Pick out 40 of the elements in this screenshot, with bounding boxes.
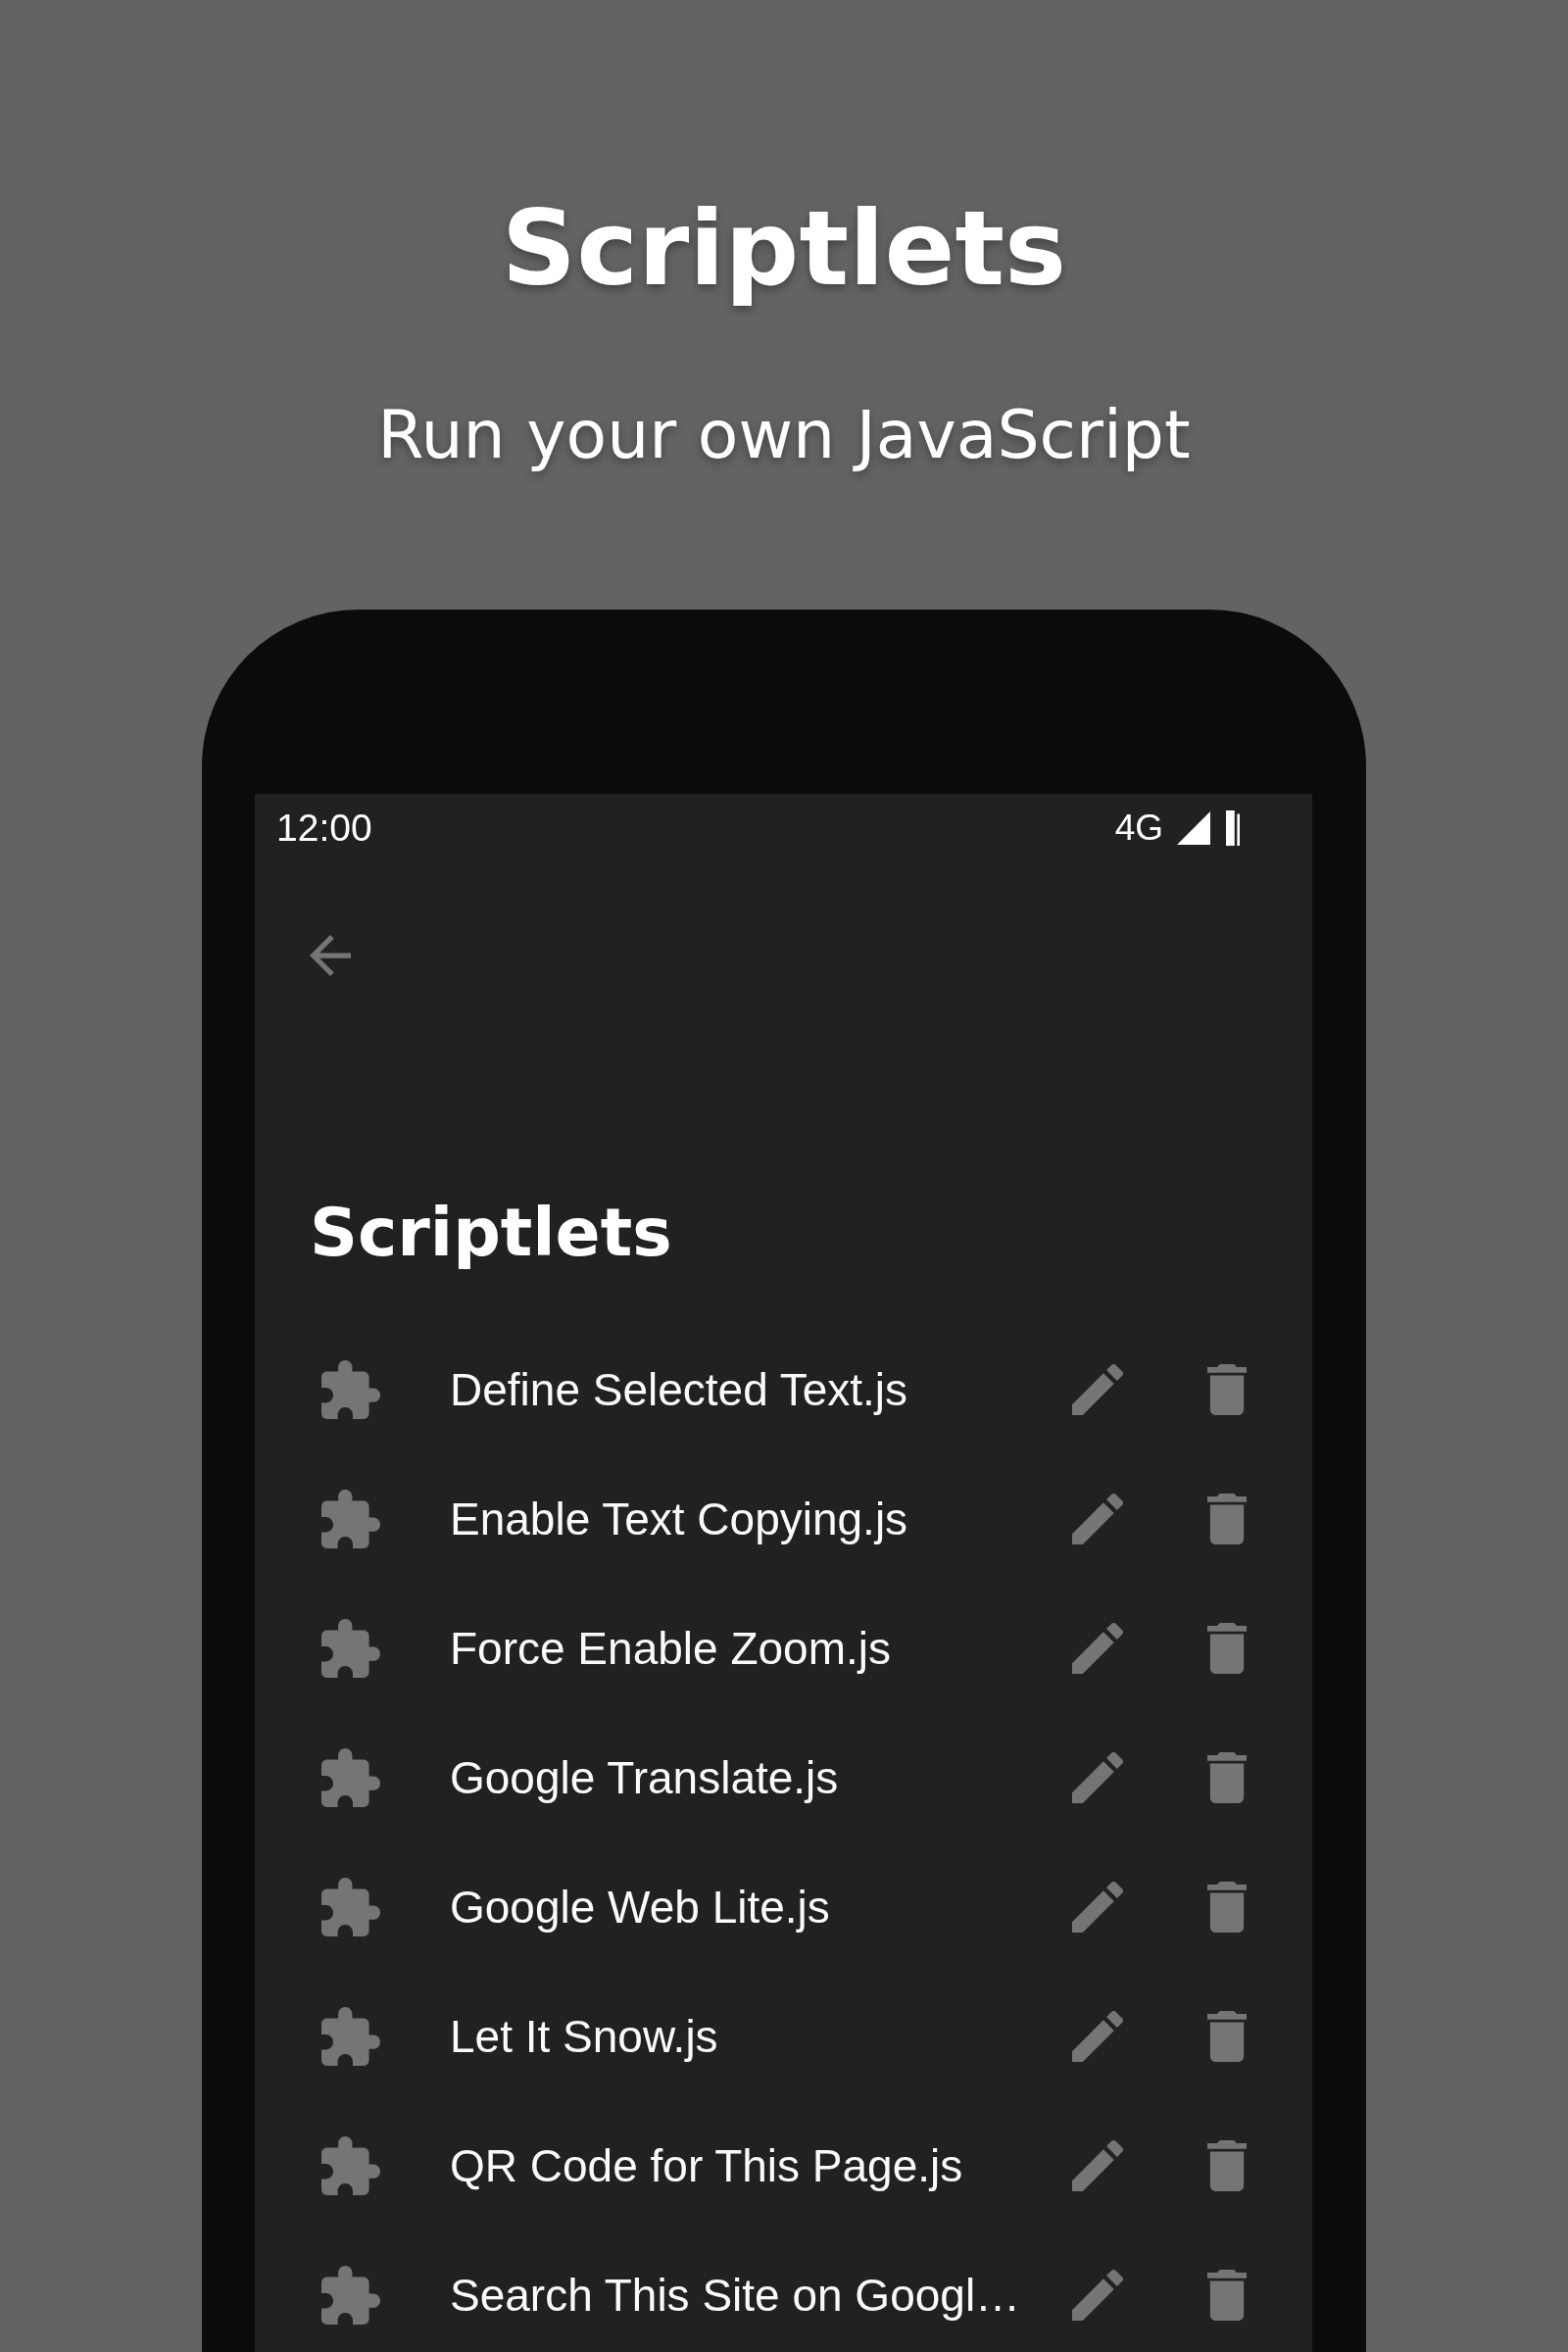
scriptlet-name[interactable]: Google Translate.js	[450, 1751, 839, 1804]
trash-icon[interactable]	[1207, 2140, 1247, 2191]
scriptlet-name[interactable]: Enable Text Copying.js	[450, 1493, 908, 1545]
puzzle-piece-icon	[321, 1748, 380, 1807]
pencil-icon[interactable]	[1072, 1494, 1123, 1544]
screen-title: Scriptlets	[309, 1193, 673, 1273]
pencil-icon[interactable]	[1072, 1882, 1123, 1933]
tagline: Run your own JavaScript	[377, 395, 1191, 475]
signal-icon	[1177, 811, 1210, 845]
scriptlet-name[interactable]: Search This Site on Googl…	[450, 2269, 1021, 2322]
pencil-icon[interactable]	[1072, 2140, 1123, 2191]
status-time: 12:00	[276, 807, 372, 850]
puzzle-piece-icon	[321, 1619, 380, 1678]
trash-icon[interactable]	[1207, 1882, 1247, 1933]
puzzle-piece-icon	[321, 2266, 380, 2325]
puzzle-piece-icon	[321, 1490, 380, 1548]
pencil-icon[interactable]	[1072, 2011, 1123, 2062]
pencil-icon[interactable]	[1072, 1623, 1123, 1674]
back-arrow-icon[interactable]	[310, 935, 351, 976]
puzzle-piece-icon	[321, 2007, 380, 2066]
puzzle-piece-icon	[321, 1878, 380, 1936]
trash-icon[interactable]	[1207, 1752, 1247, 1803]
pencil-icon[interactable]	[1072, 1752, 1123, 1803]
scriptlet-name[interactable]: Google Web Lite.js	[450, 1881, 830, 1934]
trash-icon[interactable]	[1207, 1364, 1247, 1415]
pencil-icon[interactable]	[1072, 2270, 1123, 2321]
puzzle-piece-icon	[321, 2136, 380, 2195]
trash-icon[interactable]	[1207, 1623, 1247, 1674]
scriptlet-name[interactable]: Let It Snow.js	[450, 2010, 718, 2063]
headline: Scriptlets	[501, 187, 1067, 311]
puzzle-piece-icon	[321, 1360, 380, 1419]
trash-icon[interactable]	[1207, 2011, 1247, 2062]
pencil-icon[interactable]	[1072, 1364, 1123, 1415]
trash-icon[interactable]	[1207, 2270, 1247, 2321]
scriptlet-name[interactable]: Define Selected Text.js	[450, 1363, 908, 1416]
trash-icon[interactable]	[1207, 1494, 1247, 1544]
scriptlet-name[interactable]: QR Code for This Page.js	[450, 2139, 963, 2192]
network-type: 4G	[1114, 808, 1163, 849]
scriptlet-name[interactable]: Force Enable Zoom.js	[450, 1622, 891, 1675]
battery-icon	[1226, 810, 1240, 846]
